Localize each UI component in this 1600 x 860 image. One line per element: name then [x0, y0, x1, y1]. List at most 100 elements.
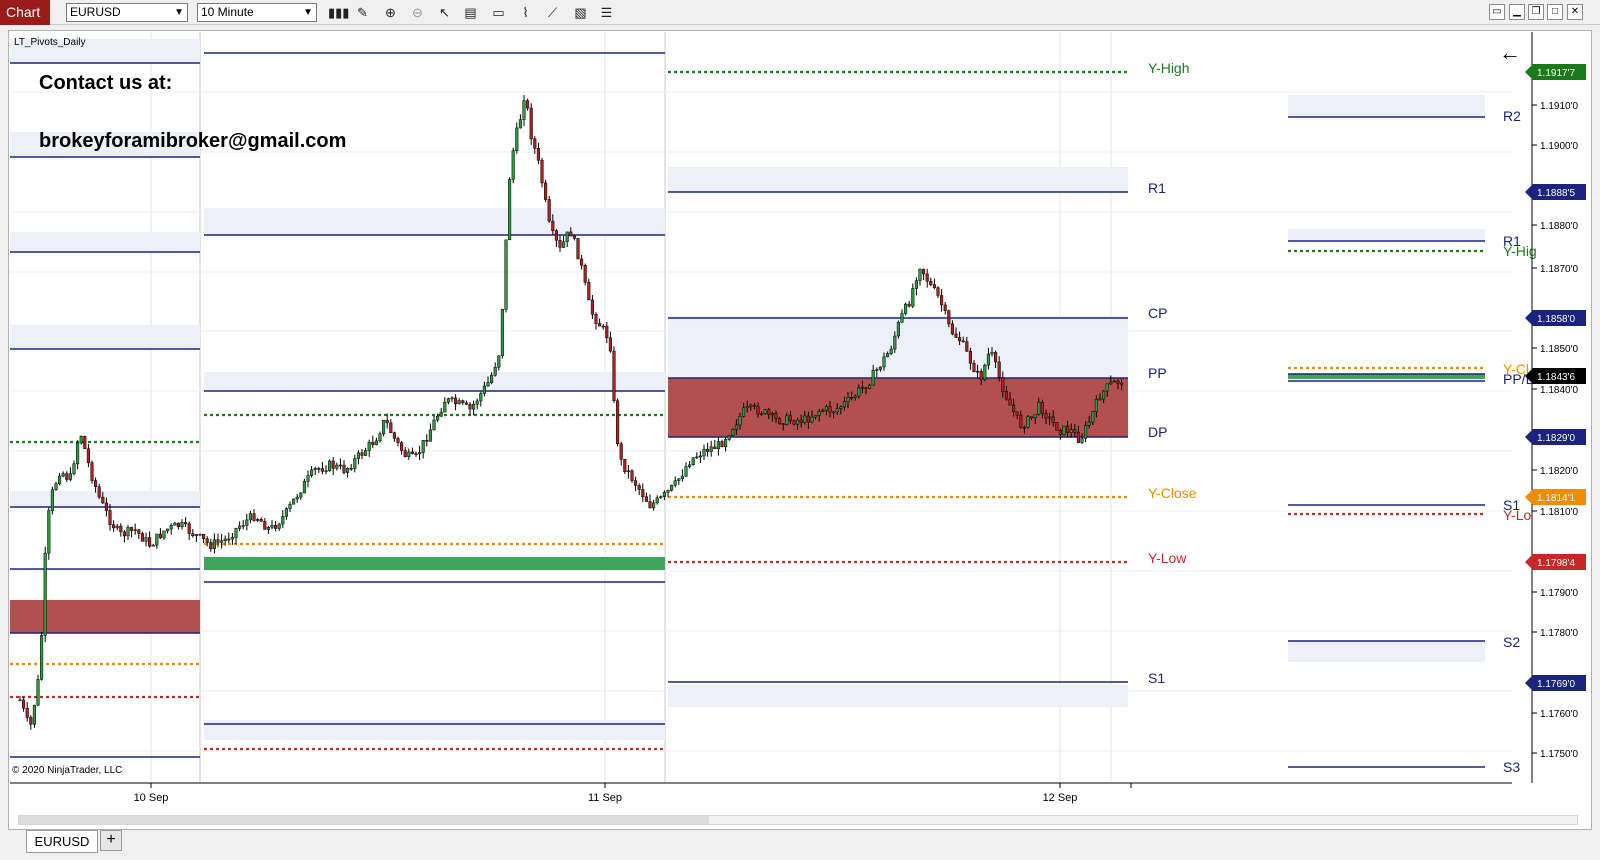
back-arrow-icon[interactable]: ← [1499, 40, 1521, 66]
candle-body [486, 382, 490, 387]
candle-body [364, 450, 368, 456]
price-chart[interactable]: Y-HighR1CPPPDPY-CloseY-LowS1R2R1Y-HigY-C… [0, 0, 1600, 830]
candle-body [36, 679, 40, 706]
pivot-label: Y-High [1148, 60, 1190, 76]
candle-body [464, 402, 468, 405]
candle-body [619, 443, 623, 460]
candle-body [886, 353, 890, 358]
candle-body [745, 406, 749, 409]
candle-body [166, 528, 170, 532]
candle-body [961, 340, 965, 343]
candle-body [349, 468, 353, 470]
candle-body [83, 436, 87, 449]
candle-body [803, 415, 807, 423]
candle-body [749, 404, 753, 407]
candle-body [335, 464, 339, 469]
candle-body [698, 455, 702, 458]
y-tick-label: 1.1850'0 [1540, 344, 1578, 355]
candle-body [428, 429, 432, 442]
candle-body [306, 475, 310, 482]
candle-body [846, 397, 850, 402]
candle-body [1001, 377, 1005, 392]
y-tick-label: 1.1840'0 [1540, 385, 1578, 396]
candle-body [450, 397, 454, 400]
candle-body [32, 704, 36, 725]
add-tab-button[interactable]: + [100, 830, 122, 851]
candle-body [662, 492, 666, 497]
candle-body [792, 420, 796, 425]
horizontal-scrollbar[interactable] [18, 815, 1578, 825]
candle-body [752, 404, 756, 407]
candle-body [630, 470, 634, 481]
candle-body [1069, 429, 1073, 433]
candle-body [666, 490, 670, 493]
price-badge-label: 1.1843'6 [1537, 372, 1575, 383]
tab-eurusd[interactable]: EURUSD [26, 830, 98, 853]
candle-body [256, 519, 260, 521]
candle-body [400, 442, 404, 451]
candle-body [824, 406, 828, 411]
candle-body [882, 356, 886, 368]
candle-body [616, 400, 620, 445]
candle-body [842, 401, 846, 408]
price-badge-label: 1.1798'4 [1537, 558, 1575, 569]
candle-body [864, 387, 868, 389]
pivot-zone-band [1288, 641, 1485, 662]
candle-body [1087, 421, 1091, 426]
candle-body [533, 138, 537, 149]
candle-body [454, 397, 458, 405]
candle-body [536, 148, 540, 161]
candle-body [1073, 429, 1077, 433]
candle-body [234, 528, 238, 538]
indicator-label: LT_Pivots_Daily [14, 37, 86, 48]
candle-body [230, 537, 234, 540]
candle-body [504, 239, 508, 310]
candle-body [410, 451, 414, 454]
candle-body [259, 519, 263, 522]
candle-body [180, 522, 184, 528]
scrollbar-thumb[interactable] [19, 816, 709, 824]
candle-body [702, 448, 706, 457]
candle-body [565, 231, 569, 243]
candle-body [194, 534, 198, 536]
candle-body [850, 397, 854, 399]
candle-body [680, 475, 684, 480]
candle-body [202, 533, 206, 540]
candle-body [436, 415, 440, 421]
candle-body [763, 409, 767, 414]
candle-body [1066, 425, 1070, 433]
chart-window: Chart EURUSD ▼ 10 Minute ▼ ▮▮▮ ✎ ⊕ ⊖ ↖ ▤… [0, 0, 1600, 860]
candle-body [1051, 416, 1055, 423]
candle-body [457, 400, 461, 405]
candle-body [947, 310, 951, 325]
candle-body [781, 423, 785, 425]
candle-body [1091, 411, 1095, 423]
candle-body [403, 450, 407, 457]
candle-body [407, 451, 411, 457]
candle-body [900, 313, 904, 323]
candle-body [94, 480, 98, 488]
candle-body [54, 483, 58, 490]
candle-body [720, 441, 724, 448]
candle-body [918, 268, 922, 281]
price-badge-label: 1.1769'0 [1537, 679, 1575, 690]
y-tick-label: 1.1810'0 [1540, 507, 1578, 518]
candle-body [659, 496, 663, 499]
candle-body [551, 220, 555, 231]
candle-body [727, 435, 731, 440]
pivot-label: Y-Lo [1503, 507, 1532, 523]
candle-body [122, 531, 126, 537]
candle-body [418, 452, 422, 455]
candle-body [497, 355, 501, 368]
pivot-label: R2 [1503, 108, 1521, 124]
price-badge-label: 1.1917'7 [1537, 68, 1575, 79]
candle-body [778, 418, 782, 424]
candle-body [112, 524, 116, 529]
candle-body [25, 707, 29, 718]
candle-body [817, 411, 821, 416]
pivot-label: R1 [1148, 180, 1166, 196]
candle-body [1112, 380, 1116, 383]
candle-body [986, 353, 990, 366]
candle-body [310, 469, 314, 476]
candle-body [295, 496, 299, 500]
